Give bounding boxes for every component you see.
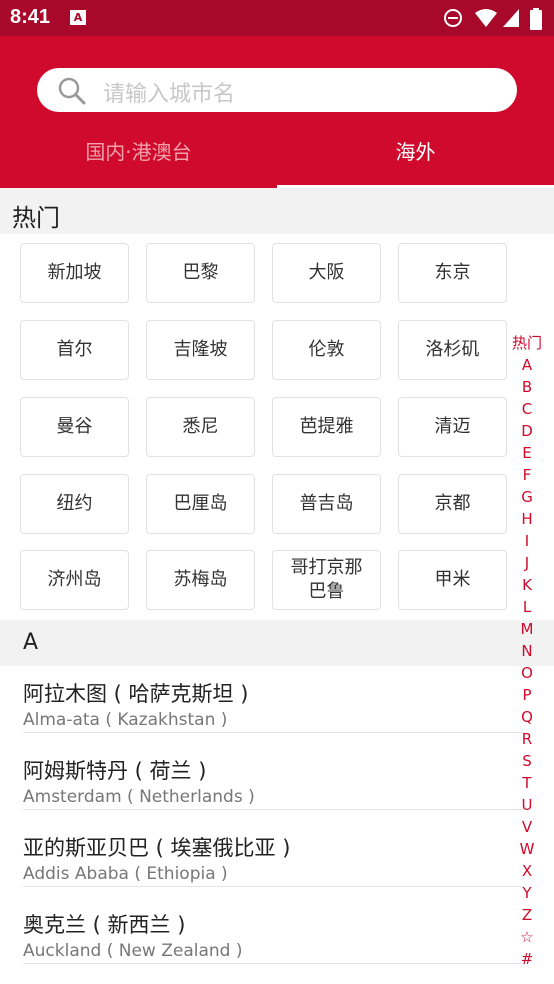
city-list-item[interactable]: 阿拉木图 ( 哈萨克斯坦 ) Alma-ata ( Kazakhstan ) — [0, 666, 524, 743]
city-list-item[interactable]: 亚的斯亚贝巴 ( 埃塞俄比亚 ) Addis Ababa ( Ethiopia … — [0, 820, 524, 897]
do-not-disturb-icon — [444, 9, 462, 27]
hot-city-button[interactable]: 曼谷 — [20, 397, 129, 457]
city-name-en: Auckland ( New Zealand ) — [23, 941, 243, 961]
city-name-en: Alma-ata ( Kazakhstan ) — [23, 710, 228, 730]
header: 请输入城市名 国内·港澳台 海外 — [0, 36, 554, 188]
battery-icon — [530, 8, 542, 30]
hot-city-button[interactable]: 甲米 — [398, 550, 507, 610]
index-item-p[interactable]: P — [508, 686, 546, 704]
hot-city-button[interactable]: 巴黎 — [146, 243, 255, 303]
hot-city-button[interactable]: 清迈 — [398, 397, 507, 457]
index-item-n[interactable]: N — [508, 642, 546, 660]
cellular-signal-icon — [503, 9, 519, 27]
hot-city-button[interactable]: 巴厘岛 — [146, 474, 255, 534]
hot-city-button[interactable]: 普吉岛 — [272, 474, 381, 534]
index-item-q[interactable]: Q — [508, 708, 546, 726]
tab-overseas[interactable]: 海外 — [277, 136, 554, 188]
hot-city-button[interactable]: 芭提雅 — [272, 397, 381, 457]
wifi-icon — [475, 9, 497, 27]
status-bar: 8:41 A — [0, 0, 554, 36]
hot-city-button[interactable]: 洛杉矶 — [398, 320, 507, 380]
divider — [23, 732, 524, 733]
search-placeholder: 请输入城市名 — [103, 82, 236, 107]
city-list-item[interactable]: 奥克兰 ( 新西兰 ) Auckland ( New Zealand ) — [0, 897, 524, 974]
city-name-en: Amsterdam ( Netherlands ) — [23, 787, 255, 807]
index-item-l[interactable]: L — [508, 598, 546, 616]
index-item-y[interactable]: Y — [508, 884, 546, 902]
index-item-g[interactable]: G — [508, 488, 546, 506]
index-item-star[interactable]: ☆ — [508, 928, 546, 946]
hot-city-button[interactable]: 吉隆坡 — [146, 320, 255, 380]
index-item-j[interactable]: J — [508, 554, 546, 572]
index-item-c[interactable]: C — [508, 400, 546, 418]
hot-city-button[interactable]: 伦敦 — [272, 320, 381, 380]
index-item-hash[interactable]: # — [508, 950, 546, 968]
city-name-cn: 亚的斯亚贝巴 ( 埃塞俄比亚 ) — [23, 836, 291, 860]
hot-section-header: 热门 — [0, 188, 554, 234]
index-item-f[interactable]: F — [508, 466, 546, 484]
section-letter: A — [23, 630, 39, 655]
index-item-t[interactable]: T — [508, 774, 546, 792]
hot-city-button[interactable]: 哥打京那巴鲁 — [272, 550, 381, 610]
index-item-z[interactable]: Z — [508, 906, 546, 924]
app-notification-icon: A — [70, 10, 86, 25]
hot-city-button[interactable]: 首尔 — [20, 320, 129, 380]
tab-domestic[interactable]: 国内·港澳台 — [0, 136, 277, 188]
region-tabs: 国内·港澳台 海外 — [0, 136, 554, 188]
hot-city-button[interactable]: 悉尼 — [146, 397, 255, 457]
hot-city-button[interactable]: 东京 — [398, 243, 507, 303]
index-item-b[interactable]: B — [508, 378, 546, 396]
index-item-k[interactable]: K — [508, 576, 546, 594]
index-item-m[interactable]: M — [508, 620, 546, 638]
index-item-u[interactable]: U — [508, 796, 546, 814]
city-name-en: Addis Ababa ( Ethiopia ) — [23, 864, 228, 884]
index-item-v[interactable]: V — [508, 818, 546, 836]
index-item-hot[interactable]: 热门 — [508, 332, 546, 353]
city-name-cn: 阿拉木图 ( 哈萨克斯坦 ) — [23, 682, 249, 706]
index-item-o[interactable]: O — [508, 664, 546, 682]
city-name-cn: 阿姆斯特丹 ( 荷兰 ) — [23, 759, 207, 783]
divider — [23, 809, 524, 810]
index-item-a[interactable]: A — [508, 356, 546, 374]
hot-city-button[interactable]: 京都 — [398, 474, 507, 534]
index-item-x[interactable]: X — [508, 862, 546, 880]
index-item-s[interactable]: S — [508, 752, 546, 770]
index-item-d[interactable]: D — [508, 422, 546, 440]
divider — [23, 886, 524, 887]
index-item-e[interactable]: E — [508, 444, 546, 462]
index-item-h[interactable]: H — [508, 510, 546, 528]
letter-section-header: A — [0, 620, 554, 666]
index-item-w[interactable]: W — [508, 840, 546, 858]
hot-city-button[interactable]: 纽约 — [20, 474, 129, 534]
divider — [23, 963, 524, 964]
city-name-cn: 奥克兰 ( 新西兰 ) — [23, 913, 186, 937]
hot-city-button[interactable]: 苏梅岛 — [146, 550, 255, 610]
search-input[interactable]: 请输入城市名 — [37, 68, 517, 112]
hot-section-title: 热门 — [12, 204, 60, 232]
hot-city-button[interactable]: 大阪 — [272, 243, 381, 303]
hot-city-button[interactable]: 新加坡 — [20, 243, 129, 303]
status-time: 8:41 — [10, 6, 51, 28]
index-item-r[interactable]: R — [508, 730, 546, 748]
hot-city-button[interactable]: 济州岛 — [20, 550, 129, 610]
search-icon — [58, 77, 86, 105]
index-item-i[interactable]: I — [508, 532, 546, 550]
city-list-item[interactable]: 阿姆斯特丹 ( 荷兰 ) Amsterdam ( Netherlands ) — [0, 743, 524, 820]
